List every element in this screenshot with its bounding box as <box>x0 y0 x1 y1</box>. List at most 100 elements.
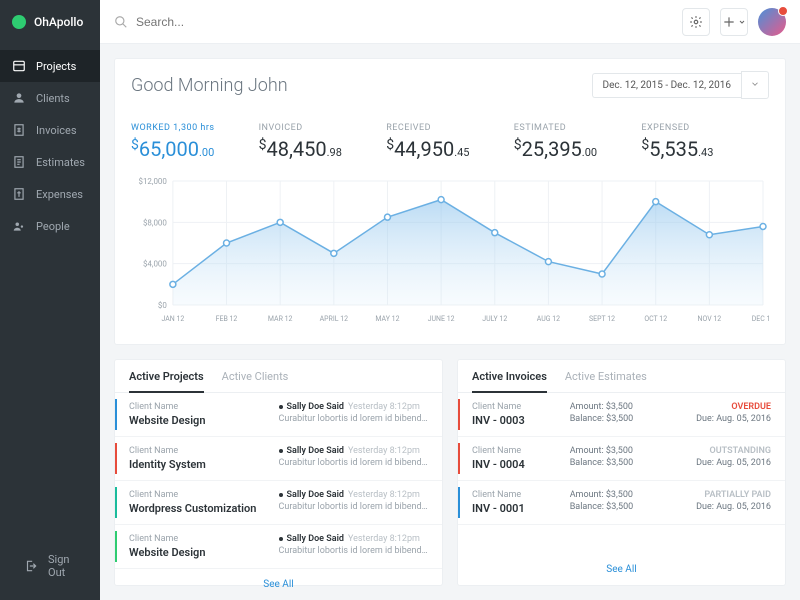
projects-panel: Active Projects Active Clients Client Na… <box>114 359 443 586</box>
nav-estimates[interactable]: Estimates <box>0 146 100 178</box>
stat-value: $65,000.00 <box>131 137 259 161</box>
svg-text:$4,000: $4,000 <box>143 260 167 269</box>
stat-value: $5,535.43 <box>641 137 769 161</box>
client-label: Client Name <box>129 534 279 544</box>
project-row[interactable]: Client NameWordpress Customization Sally… <box>115 481 442 525</box>
tab-active-invoices[interactable]: Active Invoices <box>472 370 547 393</box>
stat: RECEIVED $44,950.45 <box>386 123 514 161</box>
comment-snippet: Curabitur lobortis id lorem id bibendum.… <box>279 546 429 556</box>
add-button[interactable] <box>720 8 748 36</box>
svg-text:FEB 12: FEB 12 <box>216 315 238 323</box>
invoice-balance: Balance: $3,500 <box>570 414 666 424</box>
comment-snippet: Curabitur lobortis id lorem id bibendum.… <box>279 414 429 424</box>
main-nav: Projects Clients Invoices Estimates Expe… <box>0 44 100 532</box>
svg-text:APRIL 12: APRIL 12 <box>320 315 348 323</box>
svg-text:SEPT 12: SEPT 12 <box>589 315 615 323</box>
nav-invoices[interactable]: Invoices <box>0 114 100 146</box>
project-row[interactable]: Client NameIdentity System Sally Doe Sai… <box>115 437 442 481</box>
tab-active-clients[interactable]: Active Clients <box>222 370 289 393</box>
logo-icon <box>12 15 26 29</box>
svg-text:$12,000: $12,000 <box>138 177 167 186</box>
stat-label: ESTIMATED <box>514 123 642 133</box>
project-row[interactable]: Client Name Website Design Sally Doe Said… <box>115 525 442 569</box>
svg-text:JUNE 12: JUNE 12 <box>428 315 455 323</box>
date-range-picker[interactable]: Dec. 12, 2015 - Dec. 12, 2016 <box>592 71 770 99</box>
invoice-row[interactable]: Client Name INV - 0001 Amount: $3,500 Bala… <box>458 481 785 525</box>
invoice-balance: Balance: $3,500 <box>570 502 666 512</box>
client-label: Client Name <box>129 402 279 412</box>
comment-time: Yesterday 8:12pm <box>348 446 420 456</box>
invoice-due: Due: Aug. 05, 2016 <box>675 458 771 468</box>
revenue-chart: $0 $4,000 $8,000 $12,000 JAN 12 FEB 12 MAR 12 A… <box>131 175 769 325</box>
invoice-amount: Amount: $3,500 <box>570 490 666 500</box>
invoices-see-all[interactable]: See All <box>458 554 785 585</box>
gear-icon <box>689 15 703 29</box>
invoice-row[interactable]: Client NameINV - 0004 Amount: $3,500Bala… <box>458 437 785 481</box>
svg-text:$8,000: $8,000 <box>143 218 167 227</box>
comment-author: Sally Doe Said <box>287 534 344 544</box>
chevron-down-icon <box>750 79 760 89</box>
nav-clients[interactable]: Clients <box>0 82 100 114</box>
greeting: Good Morning John <box>131 75 288 96</box>
svg-text:JAN 12: JAN 12 <box>161 315 184 323</box>
tab-active-estimates[interactable]: Active Estimates <box>565 370 647 393</box>
people-icon <box>12 219 26 233</box>
project-name: Website Design <box>129 546 279 559</box>
svg-text:MAR 12: MAR 12 <box>268 315 293 323</box>
stat: INVOICED $48,450.98 <box>259 123 387 161</box>
svg-text:MAY 12: MAY 12 <box>375 315 399 323</box>
summary-card: Good Morning John Dec. 12, 2015 - Dec. 1… <box>114 58 786 345</box>
svg-text:DEC 12: DEC 12 <box>752 315 769 323</box>
projects-see-all[interactable]: See All <box>115 569 442 600</box>
svg-text:AUG 12: AUG 12 <box>537 315 560 323</box>
project-row[interactable]: Client NameWebsite Design Sally Doe Said… <box>115 393 442 437</box>
client-label: Client Name <box>129 490 279 500</box>
stat-label: WORKED 1,300 hrs <box>131 123 259 133</box>
projects-icon <box>12 59 26 73</box>
stat-label: EXPENSED <box>641 123 769 133</box>
estimates-icon <box>12 155 26 169</box>
signout-icon <box>24 559 38 573</box>
search[interactable] <box>114 15 672 29</box>
stat-value: $44,950.45 <box>386 137 514 161</box>
avatar[interactable] <box>758 8 786 36</box>
nav-expenses[interactable]: Expenses <box>0 178 100 210</box>
client-label: Client Name <box>129 446 279 456</box>
settings-button[interactable] <box>682 8 710 36</box>
tab-active-projects[interactable]: Active Projects <box>129 370 204 393</box>
nav-people[interactable]: People <box>0 210 100 242</box>
comment-time: Yesterday 8:12pm <box>348 534 420 544</box>
date-range-dropdown[interactable] <box>741 71 769 99</box>
bullet-icon <box>279 537 283 541</box>
stat-value: $25,395.00 <box>514 137 642 161</box>
chevron-down-icon <box>738 18 746 26</box>
svg-text:$0: $0 <box>158 301 167 310</box>
client-label: Client Name <box>472 446 560 456</box>
comment-time: Yesterday 8:12pm <box>348 402 420 412</box>
client-label: Client Name <box>472 490 560 500</box>
invoice-number: INV - 0001 <box>472 502 560 515</box>
chart-container: $0 $4,000 $8,000 $12,000 JAN 12 FEB 12 MAR 12 A… <box>115 167 785 344</box>
invoice-amount: Amount: $3,500 <box>570 402 666 412</box>
stat: WORKED 1,300 hrs $65,000.00 <box>131 123 259 161</box>
clients-icon <box>12 91 26 105</box>
nav-signout[interactable]: Sign Out <box>12 544 88 588</box>
comment-time: Yesterday 8:12pm <box>348 490 420 500</box>
invoice-row[interactable]: Client NameINV - 0003 Amount: $3,500Bala… <box>458 393 785 437</box>
sidebar: OhApollo Projects Clients Invoices Estim… <box>0 0 100 600</box>
stat-label: INVOICED <box>259 123 387 133</box>
bullet-icon <box>279 405 283 409</box>
invoice-due: Due: Aug. 05, 2016 <box>675 414 771 424</box>
invoice-status: PARTIALLY PAID <box>675 490 771 500</box>
nav-projects[interactable]: Projects <box>0 50 100 82</box>
project-name: Identity System <box>129 458 279 471</box>
invoice-status: OVERDUE <box>675 402 771 412</box>
stat-value: $48,450.98 <box>259 137 387 161</box>
invoice-status: OUTSTANDING <box>675 446 771 456</box>
plus-icon <box>722 15 736 29</box>
comment-author: Sally Doe Said <box>287 490 344 500</box>
logo[interactable]: OhApollo <box>0 0 100 44</box>
expenses-icon <box>12 187 26 201</box>
search-icon <box>114 15 128 29</box>
search-input[interactable] <box>136 15 672 29</box>
